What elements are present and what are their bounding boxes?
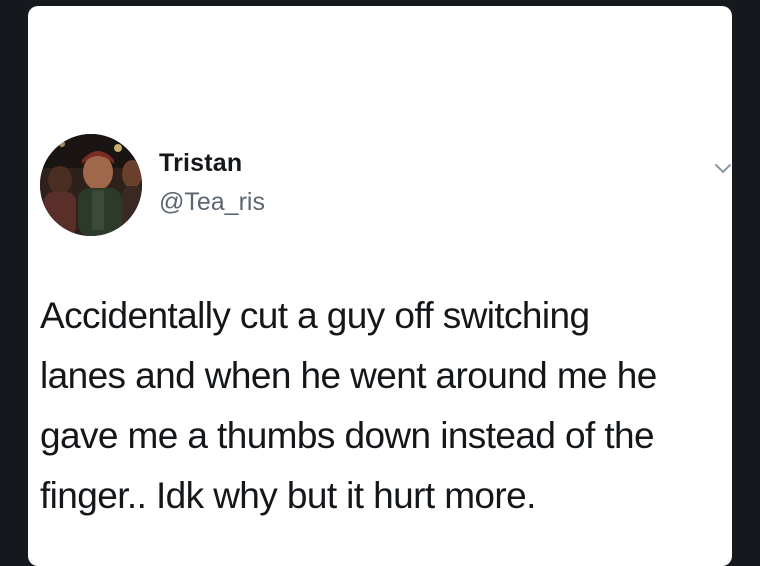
tweet-text-line: lanes and when he went around me he	[40, 355, 657, 396]
tweet-text-line: Accidentally cut a guy off switching	[40, 295, 590, 336]
tweet-text-line: gave me a thumbs down instead of the	[40, 415, 655, 456]
tweet-text: Accidentally cut a guy off switching lan…	[40, 286, 730, 526]
avatar[interactable]	[40, 134, 142, 236]
author-handle[interactable]: @Tea_ris	[159, 188, 265, 217]
chevron-down-icon[interactable]	[714, 162, 732, 176]
author-display-name[interactable]: Tristan	[159, 149, 242, 178]
avatar-photo	[40, 134, 142, 236]
tweet-card: Tristan @Tea_ris Accidentally cut a guy …	[28, 6, 732, 566]
tweet-text-line: finger.. Idk why but it hurt more.	[40, 475, 536, 516]
